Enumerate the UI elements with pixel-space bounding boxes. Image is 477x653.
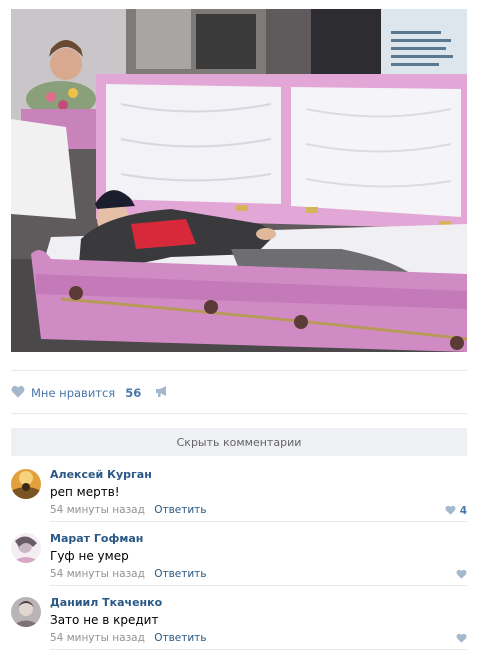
- comment-like-button[interactable]: 4: [445, 504, 467, 518]
- comment-text: реп мертв!: [50, 485, 120, 499]
- comment-author[interactable]: Даниил Ткаченко: [50, 596, 162, 609]
- like-button[interactable]: Мне нравится 56: [11, 385, 141, 401]
- comment-meta: 54 минуты назад Ответить: [50, 504, 206, 516]
- reply-link[interactable]: Ответить: [154, 568, 206, 580]
- post-photo[interactable]: [11, 9, 467, 352]
- avatar[interactable]: [11, 469, 41, 499]
- comment-author[interactable]: Алексей Курган: [50, 468, 152, 481]
- heart-icon: [11, 385, 25, 401]
- comment-text: Гуф не умер: [50, 549, 129, 563]
- comment-like-button[interactable]: [456, 632, 467, 646]
- heart-icon: [456, 568, 467, 582]
- comment-like-button[interactable]: [456, 568, 467, 582]
- avatar[interactable]: [11, 597, 41, 627]
- coffin-photo-illustration: [11, 9, 467, 352]
- share-button[interactable]: [155, 385, 169, 401]
- like-count: 56: [125, 386, 142, 400]
- reply-link[interactable]: Ответить: [154, 632, 206, 644]
- divider-top: [11, 370, 467, 371]
- divider-comment: [50, 521, 467, 522]
- comment-item: Даниил Ткаченко Зато не в кредит 54 мину…: [11, 594, 467, 650]
- comment-time[interactable]: 54 минуты назад: [50, 632, 145, 644]
- comment-like-count: 4: [459, 505, 467, 517]
- post-actions: Мне нравится 56: [11, 380, 467, 406]
- comment-time[interactable]: 54 минуты назад: [50, 504, 145, 516]
- comment-time[interactable]: 54 минуты назад: [50, 568, 145, 580]
- megaphone-icon: [155, 385, 169, 401]
- comment-item: Марат Гофман Гуф не умер 54 минуты назад…: [11, 530, 467, 586]
- comment-item: Алексей Курган реп мертв! 54 минуты наза…: [11, 466, 467, 522]
- comment-author[interactable]: Марат Гофман: [50, 532, 143, 545]
- avatar[interactable]: [11, 533, 41, 563]
- heart-icon: [445, 504, 456, 518]
- comment-text: Зато не в кредит: [50, 613, 159, 627]
- divider-bottom: [50, 649, 467, 650]
- heart-icon: [456, 632, 467, 646]
- divider-actions: [11, 413, 467, 414]
- like-label: Мне нравится: [31, 386, 116, 400]
- comment-meta: 54 минуты назад Ответить: [50, 632, 206, 644]
- comment-meta: 54 минуты назад Ответить: [50, 568, 206, 580]
- divider-comment: [50, 585, 467, 586]
- reply-link[interactable]: Ответить: [154, 504, 206, 516]
- hide-comments-button[interactable]: Скрыть комментарии: [11, 428, 467, 456]
